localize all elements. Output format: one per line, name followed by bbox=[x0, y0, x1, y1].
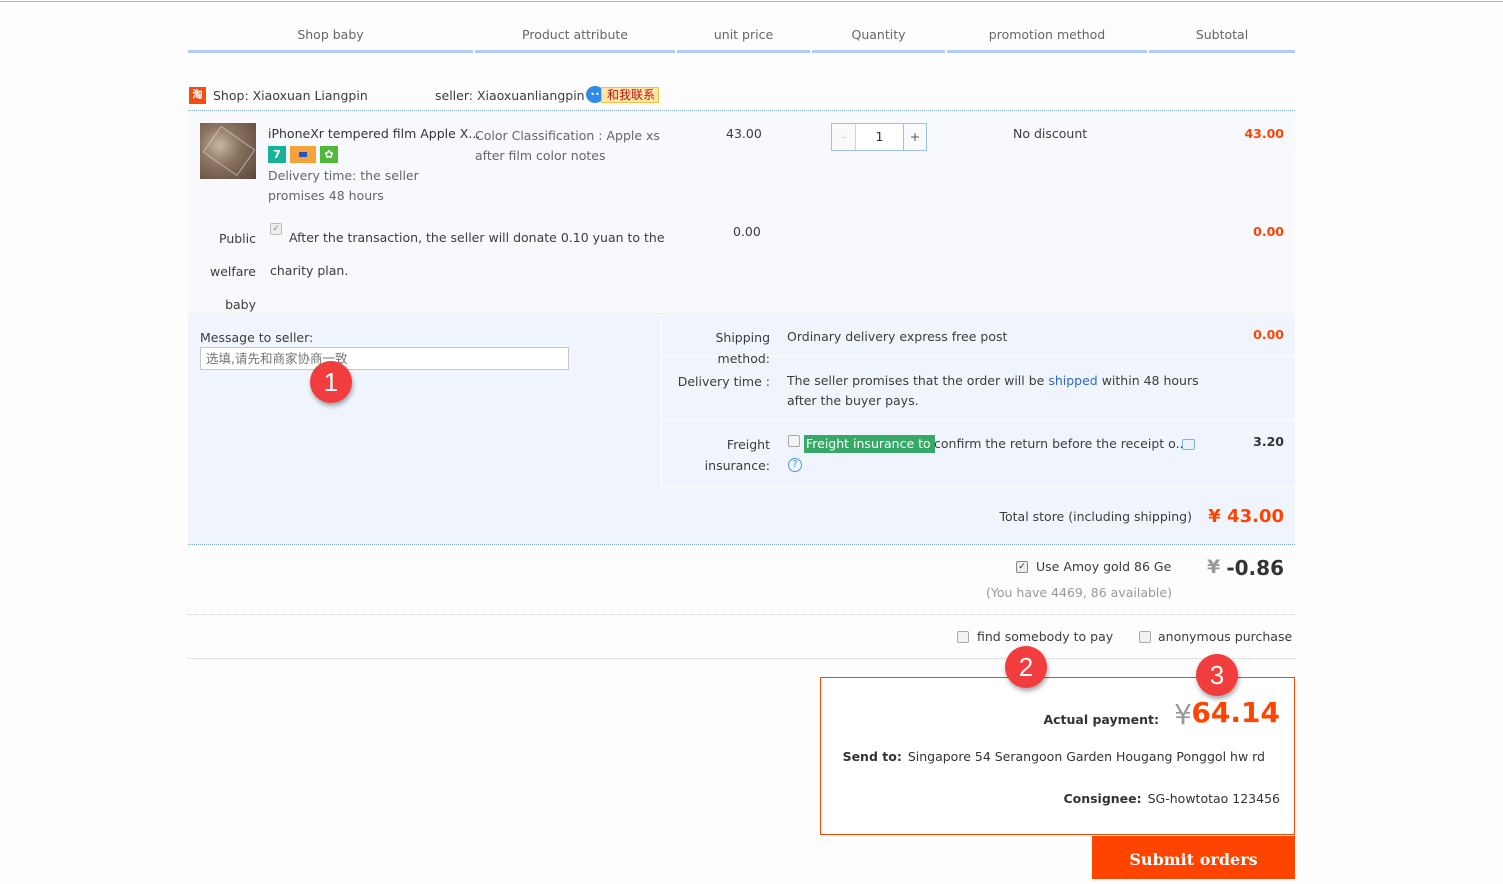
amoy-gold-row: ✓ Use Amoy gold 86 Ge ¥ -0.86 (You have … bbox=[188, 546, 1295, 615]
public-welfare-label: Public welfare baby bbox=[209, 231, 256, 312]
shipping-method-row: Shipping method: Ordinary delivery expre… bbox=[663, 315, 1295, 366]
promotion-method: No discount bbox=[1013, 126, 1088, 141]
top-divider bbox=[0, 1, 1503, 2]
actual-payment-label: Actual payment: bbox=[1043, 712, 1159, 727]
public-welfare-subtotal: 0.00 bbox=[1253, 224, 1284, 239]
shop-name[interactable]: Shop: Xiaoxuan Liangpin bbox=[213, 88, 368, 103]
column-quantity: Quantity bbox=[812, 26, 945, 53]
find-somebody-to-pay-checkbox[interactable] bbox=[957, 631, 969, 643]
send-to-label: Send to: bbox=[842, 749, 902, 764]
freight-insurance-price: 3.20 bbox=[1253, 434, 1284, 449]
yen-symbol: ¥ bbox=[1207, 556, 1221, 578]
comment-icon[interactable] bbox=[1182, 439, 1195, 450]
message-to-seller-input[interactable] bbox=[200, 347, 569, 370]
product-row: iPhoneXr tempered film Apple X... 7 ✿ De… bbox=[188, 112, 1295, 314]
table-header: Shop baby Product attribute unit price Q… bbox=[188, 26, 1295, 53]
quantity-stepper: - + bbox=[831, 123, 927, 151]
store-total-value: ¥ 43.00 bbox=[1208, 506, 1284, 527]
contact-me-button[interactable]: 和我联系 bbox=[601, 87, 660, 103]
send-to-address: Singapore 54 Serangoon Garden Hougang Po… bbox=[907, 749, 1265, 764]
freight-insurance-row: Freight insurance: Freight insurance to … bbox=[663, 422, 1295, 487]
delivery-time-row: Delivery time : The seller promises that… bbox=[663, 358, 1295, 421]
delivery-text: The seller promises that the order will … bbox=[787, 373, 1049, 388]
product-thumbnail[interactable] bbox=[200, 123, 256, 179]
payment-summary: Actual payment: ¥ 64.14 Send to: Singapor… bbox=[820, 677, 1295, 835]
column-shop-baby: Shop baby bbox=[188, 26, 473, 53]
service-badges: 7 ✿ bbox=[268, 146, 338, 163]
delivery-time-value: The seller promises that the order will … bbox=[787, 371, 1227, 411]
column-unit-price: unit price bbox=[677, 26, 810, 53]
delivery-time-label: Delivery time : bbox=[677, 374, 770, 389]
help-icon[interactable]: ? bbox=[788, 458, 802, 472]
product-delivery-time: Delivery time: the seller promises 48 ho… bbox=[268, 168, 419, 203]
public-welfare-text: After the transaction, the seller will d… bbox=[270, 230, 665, 278]
shipping-method-value: Ordinary delivery express free post bbox=[787, 329, 1008, 344]
unit-price: 43.00 bbox=[726, 126, 762, 141]
shipped-link[interactable]: shipped bbox=[1048, 373, 1097, 388]
actual-payment-value: 64.14 bbox=[1191, 696, 1280, 729]
amoy-gold-available: (You have 4469, 86 available) bbox=[986, 585, 1172, 600]
message-label: Message to seller: bbox=[200, 330, 314, 345]
seller-name: seller: Xiaoxuanliangpin bbox=[435, 88, 585, 103]
shop-row: 淘 Shop: Xiaoxuan Liangpin seller: Xiaoxu… bbox=[188, 86, 1295, 111]
column-subtotal: Subtotal bbox=[1149, 26, 1295, 53]
send-to: Send to: Singapore 54 Serangoon Garden Ho… bbox=[843, 749, 1265, 764]
quantity-input[interactable] bbox=[856, 124, 903, 150]
credit-card-icon bbox=[290, 146, 316, 163]
use-amoy-gold-checkbox[interactable]: ✓ bbox=[1016, 561, 1028, 573]
annotation-marker-1: 1 bbox=[310, 361, 352, 403]
anonymous-purchase-checkbox[interactable] bbox=[1139, 631, 1151, 643]
public-welfare-checkbox: ✓ bbox=[270, 223, 282, 235]
charity-icon: ✿ bbox=[320, 146, 338, 163]
public-welfare-price: 0.00 bbox=[733, 224, 761, 239]
column-promotion-method: promotion method bbox=[947, 26, 1147, 53]
freight-insurance-text: confirm the return before the receipt o.… bbox=[934, 436, 1188, 451]
find-somebody-to-pay-label[interactable]: find somebody to pay bbox=[977, 629, 1113, 644]
consignee-value: SG-howtotao 123456 bbox=[1147, 791, 1280, 806]
freight-insurance-label: Freight insurance: bbox=[704, 437, 770, 473]
product-title[interactable]: iPhoneXr tempered film Apple X... bbox=[268, 126, 480, 141]
product-subtotal: 43.00 bbox=[1244, 126, 1284, 141]
annotation-marker-3: 3 bbox=[1196, 654, 1238, 696]
order-options: Message to seller: Shipping method: Ordi… bbox=[188, 315, 1295, 545]
amoy-gold-discount: -0.86 bbox=[1226, 556, 1284, 580]
message-area: Message to seller: bbox=[188, 315, 662, 487]
column-product-attribute: Product attribute bbox=[475, 26, 675, 53]
quantity-decrease-button[interactable]: - bbox=[832, 124, 856, 150]
consignee: Consignee: SG-howtotao 123456 bbox=[1063, 791, 1280, 806]
yen-symbol: ¥ bbox=[1174, 698, 1192, 731]
anonymous-purchase-label[interactable]: anonymous purchase bbox=[1158, 629, 1292, 644]
product-attribute: Color Classification : Apple xs after fi… bbox=[475, 128, 660, 163]
store-total-label: Total store (including shipping) bbox=[999, 509, 1192, 524]
freight-insurance-checkbox[interactable] bbox=[788, 435, 800, 447]
consignee-label: Consignee: bbox=[1063, 791, 1142, 806]
annotation-marker-2: 2 bbox=[1005, 646, 1047, 688]
shipping-price: 0.00 bbox=[1253, 327, 1284, 342]
seven-day-return-icon: 7 bbox=[268, 146, 286, 163]
payment-options-row: find somebody to pay anonymous purchase bbox=[188, 616, 1295, 659]
freight-insurance-tag: Freight insurance to bbox=[804, 435, 935, 453]
taobao-icon: 淘 bbox=[189, 87, 206, 104]
amoy-gold-label: Use Amoy gold 86 Ge bbox=[1036, 559, 1172, 574]
submit-orders-button[interactable]: Submit orders bbox=[1092, 836, 1295, 879]
quantity-increase-button[interactable]: + bbox=[903, 124, 926, 150]
